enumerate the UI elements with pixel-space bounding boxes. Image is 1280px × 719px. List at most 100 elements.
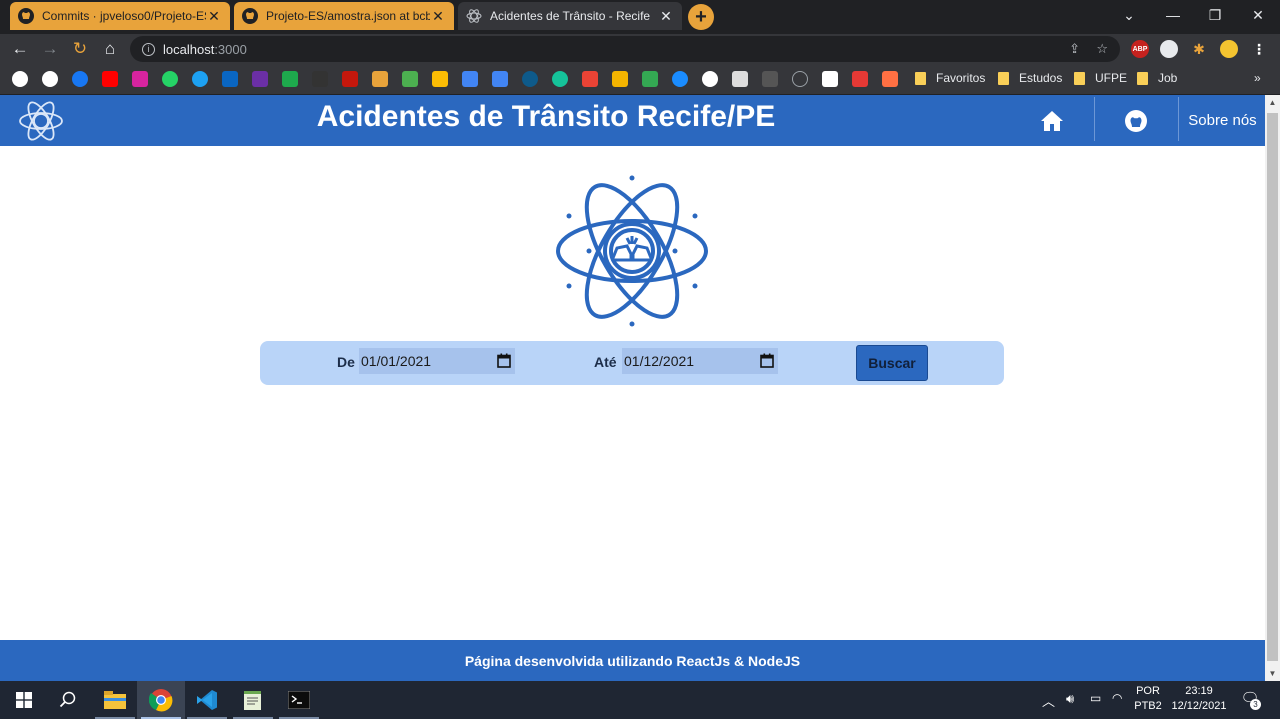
gmail-icon[interactable] xyxy=(582,71,598,87)
bookmark-folder-estudos[interactable]: Estudos xyxy=(998,71,1062,85)
folder-icon xyxy=(1137,71,1148,85)
to-date-value: 01/12/2021 xyxy=(624,353,695,369)
classroom-icon[interactable] xyxy=(462,71,478,87)
bookmark-folder-favoritos[interactable]: Favoritos xyxy=(915,71,985,85)
tab-title: Acidentes de Trânsito - Recife xyxy=(490,9,651,23)
wifi-icon[interactable]: ◠ xyxy=(1112,691,1122,705)
extension-circle-icon[interactable] xyxy=(1160,40,1178,58)
menu-kebab-icon[interactable]: ⋮ xyxy=(1250,40,1268,58)
bookmark-stack-icon[interactable] xyxy=(882,71,898,87)
bookmarks-overflow-icon[interactable]: » xyxy=(1254,71,1261,85)
windows-start-icon[interactable] xyxy=(0,681,48,719)
input-language[interactable]: POR PTB2 xyxy=(1132,685,1164,712)
bookmark-white-icon[interactable] xyxy=(822,71,838,87)
site-info-icon[interactable]: i xyxy=(142,42,155,56)
g1-icon[interactable] xyxy=(342,71,358,87)
page-scrollbar[interactable]: ▲ ▼ xyxy=(1265,95,1280,681)
search-icon[interactable] xyxy=(44,681,92,719)
atom-favicon-icon xyxy=(466,8,482,24)
bookmark-x-icon[interactable] xyxy=(252,71,268,87)
vscode-icon[interactable] xyxy=(183,681,231,719)
scroll-down-arrow-icon[interactable]: ▼ xyxy=(1265,666,1280,681)
terminal-icon[interactable] xyxy=(275,681,323,719)
nav-divider xyxy=(1094,97,1095,141)
forward-icon[interactable]: → xyxy=(39,38,61,60)
file-explorer-icon[interactable] xyxy=(91,681,139,719)
tab-commits[interactable]: Commits · jpveloso0/Projeto-ES ✕ xyxy=(10,2,230,30)
tab-title: Commits · jpveloso0/Projeto-ES xyxy=(42,9,206,23)
close-icon[interactable]: ✕ xyxy=(658,8,674,25)
share-icon[interactable]: ⇪ xyxy=(1069,41,1080,57)
bookmark-folder-ufpe[interactable]: UFPE xyxy=(1074,71,1127,85)
extensions-puzzle-icon[interactable]: ✱ xyxy=(1190,40,1208,58)
back-icon[interactable]: ← xyxy=(9,38,31,60)
bookmark-star-icon[interactable]: ☆ xyxy=(1096,41,1108,57)
restore-icon[interactable]: ❐ xyxy=(1193,0,1237,30)
linkedin-icon[interactable] xyxy=(222,71,238,87)
scroll-up-arrow-icon[interactable]: ▲ xyxy=(1265,95,1280,110)
address-bar[interactable]: i localhost:3000 ⇪ ☆ xyxy=(130,36,1120,62)
bookmark-image-icon[interactable] xyxy=(612,71,628,87)
bookmarks-bar: Favoritos Estudos UFPE Job » xyxy=(0,64,1280,95)
grammarly-icon[interactable] xyxy=(552,71,568,87)
notifications-icon[interactable]: 🗨︎ 3 xyxy=(1238,689,1262,710)
page-footer: Página desenvolvida utilizando ReactJs &… xyxy=(0,640,1265,681)
bookmark-doc-icon[interactable] xyxy=(732,71,748,87)
from-date-input[interactable]: 01/01/2021 xyxy=(359,348,515,374)
facebook-icon[interactable] xyxy=(72,71,88,87)
bookmark-drop-icon[interactable] xyxy=(672,71,688,87)
calendar-icon[interactable] xyxy=(497,353,511,368)
twitter-icon[interactable] xyxy=(192,71,208,87)
bookmark-circle-icon[interactable] xyxy=(792,71,808,87)
new-tab-button[interactable]: + xyxy=(688,4,714,30)
profile-avatar[interactable] xyxy=(1220,40,1238,58)
google-drive-icon[interactable] xyxy=(432,71,448,87)
scrollbar-thumb[interactable] xyxy=(1267,113,1278,661)
language-code: POR xyxy=(1136,685,1160,697)
translate-icon[interactable] xyxy=(492,71,508,87)
volume-icon[interactable]: 🔊︎ xyxy=(1066,691,1074,707)
to-date-label: Até xyxy=(594,354,617,370)
chrome-icon[interactable] xyxy=(137,681,185,719)
bookmark-green-icon[interactable] xyxy=(642,71,658,87)
bookmark-go-icon[interactable] xyxy=(282,71,298,87)
reload-icon[interactable]: ↻ xyxy=(69,38,91,60)
app-header: Acidentes de Trânsito Recife/PE Sobre nó… xyxy=(0,95,1265,146)
home-icon[interactable]: ⌂ xyxy=(99,38,121,60)
tab-search-icon[interactable]: ⌄ xyxy=(1107,0,1151,30)
bookmark-grey-icon[interactable] xyxy=(762,71,778,87)
address-port: :3000 xyxy=(214,41,247,57)
keyboard-layout: PTB2 xyxy=(1134,700,1162,712)
bookmark-s-icon[interactable] xyxy=(402,71,418,87)
tray-chevron-icon[interactable]: ︿ xyxy=(1042,691,1055,710)
bookmark-red-icon[interactable] xyxy=(852,71,868,87)
minimize-icon[interactable]: — xyxy=(1151,0,1195,30)
page-title: Acidentes de Trânsito Recife/PE xyxy=(316,100,776,133)
tab-acidentes[interactable]: Acidentes de Trânsito - Recife ✕ xyxy=(458,2,682,30)
battery-icon[interactable]: ▭ xyxy=(1090,691,1101,705)
google-icon[interactable] xyxy=(42,71,58,87)
calendar-icon[interactable] xyxy=(760,353,774,368)
window-close-icon[interactable]: ✕ xyxy=(1236,0,1280,30)
search-button[interactable]: Buscar xyxy=(856,345,928,381)
github-icon[interactable] xyxy=(1114,95,1158,146)
google-icon[interactable] xyxy=(12,71,28,87)
whatsapp-icon[interactable] xyxy=(162,71,178,87)
youtube-icon[interactable] xyxy=(102,71,118,87)
bookmark-a-icon[interactable] xyxy=(372,71,388,87)
close-icon[interactable]: ✕ xyxy=(430,8,446,25)
notepad-icon[interactable] xyxy=(229,681,277,719)
adblock-icon[interactable]: ABP xyxy=(1131,40,1149,58)
about-link[interactable]: Sobre nós xyxy=(1180,95,1265,146)
instagram-icon[interactable] xyxy=(132,71,148,87)
to-date-input[interactable]: 01/12/2021 xyxy=(622,348,778,374)
home-icon[interactable] xyxy=(1030,95,1074,146)
clock[interactable]: 23:19 12/12/2021 xyxy=(1168,685,1230,712)
github-icon[interactable] xyxy=(702,71,718,87)
bookmark-folder-job[interactable]: Job xyxy=(1137,71,1177,85)
close-icon[interactable]: ✕ xyxy=(206,8,222,25)
folder-icon xyxy=(998,71,1009,85)
tab-amostra-json[interactable]: Projeto-ES/amostra.json at bcb2 ✕ xyxy=(234,2,454,30)
bookmark-dark-icon[interactable] xyxy=(312,71,328,87)
bookmark-blue-icon[interactable] xyxy=(522,71,538,87)
